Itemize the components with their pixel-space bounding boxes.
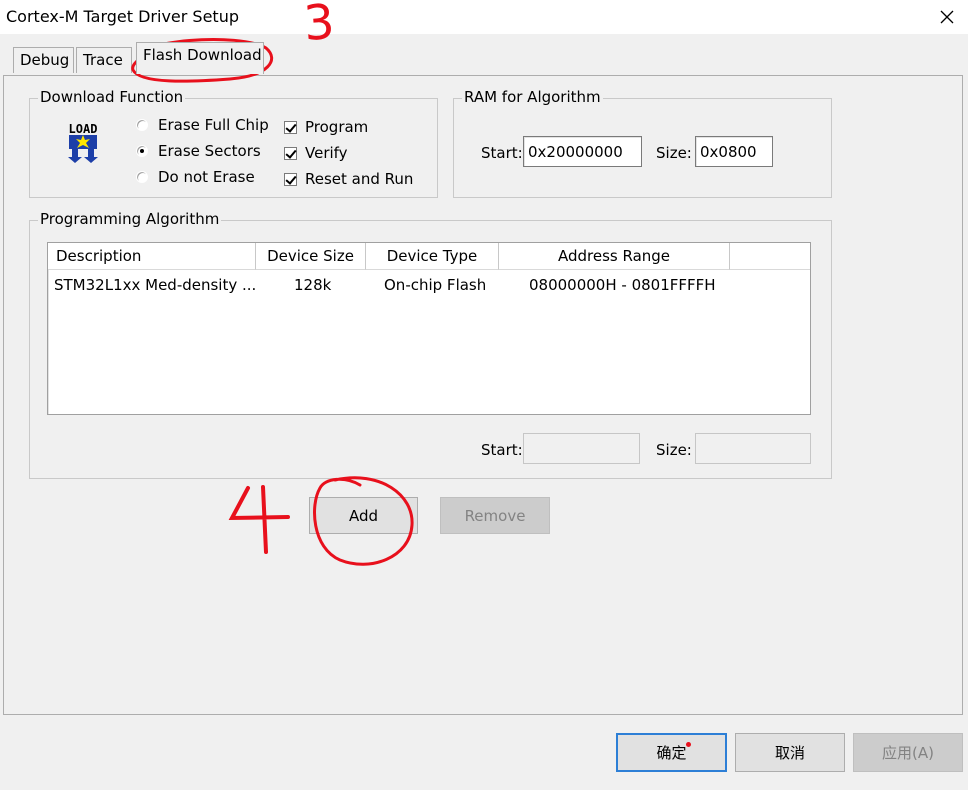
annotation-overlay: 3 bbox=[131, 0, 414, 566]
tab-flash-download-label: Flash Download bbox=[143, 46, 262, 64]
step-3-annotation: 3 bbox=[302, 0, 336, 52]
step-4-annotation bbox=[228, 485, 290, 554]
add-circle-annotation bbox=[313, 476, 414, 566]
tab-flash-download[interactable]: Flash Download bbox=[136, 42, 264, 74]
